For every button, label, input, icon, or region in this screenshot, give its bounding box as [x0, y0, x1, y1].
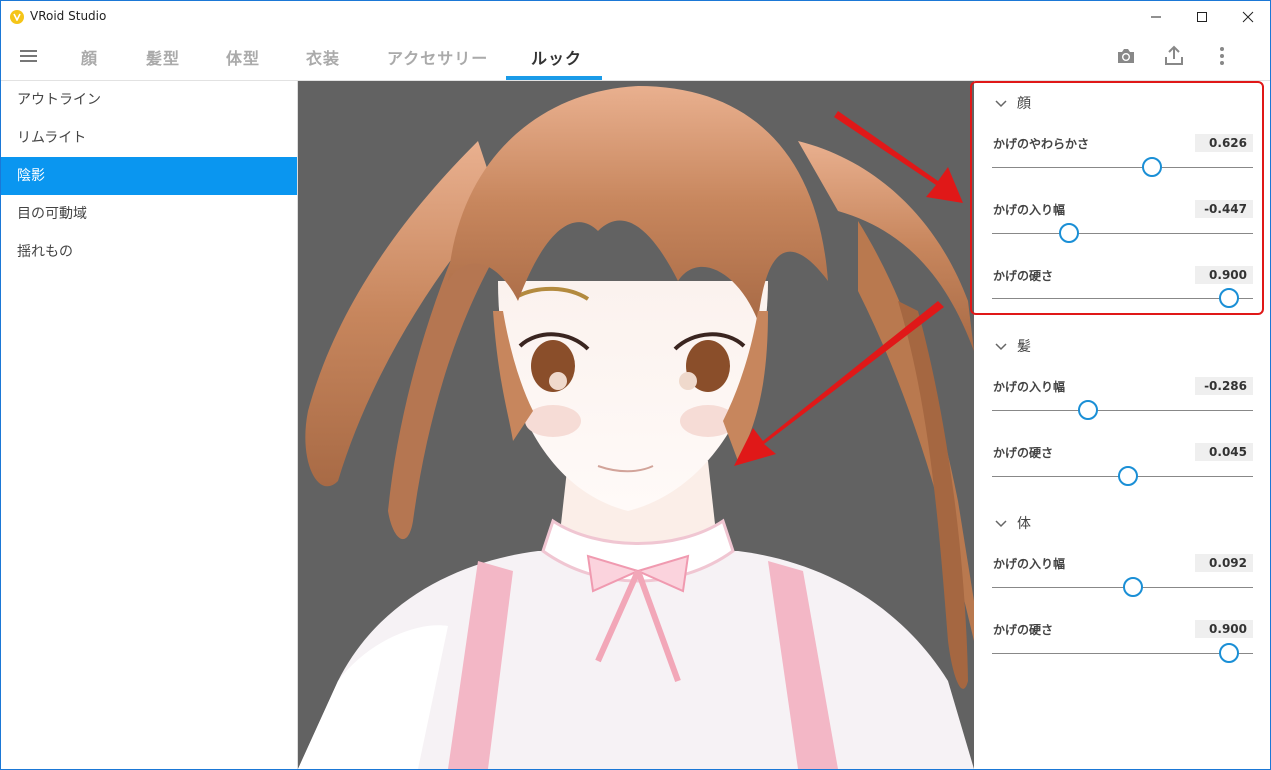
shading-settings-panel: 顔 かげのやわらかさ 0.626 かげの入り幅 -0.447 かげの硬さ 0.9… [975, 81, 1270, 769]
slider-value-field[interactable]: 0.092 [1195, 554, 1253, 572]
slider-label: かげの硬さ [993, 269, 1054, 283]
slider-value-field[interactable]: 0.626 [1195, 134, 1253, 152]
maximize-icon [1197, 12, 1207, 22]
maximize-button[interactable] [1179, 1, 1225, 33]
export-button[interactable] [1162, 44, 1186, 68]
tab-body[interactable]: 体型 [226, 45, 260, 69]
section-header-hair[interactable]: 髪 [995, 336, 1031, 356]
tab-look[interactable]: ルック [531, 45, 582, 69]
chevron-down-icon [995, 96, 1007, 112]
section-title: 髪 [1017, 339, 1031, 355]
section-title: 顔 [1017, 96, 1031, 112]
sidebar-item-swaying[interactable]: 揺れもの [1, 233, 297, 271]
slider-value-field[interactable]: 0.900 [1195, 266, 1253, 284]
slider-label: かげのやわらかさ [993, 137, 1090, 151]
title-bar: VRoid Studio [1, 1, 1270, 33]
section-header-body[interactable]: 体 [995, 513, 1031, 533]
minimize-icon [1151, 16, 1161, 18]
slider-label: かげの入り幅 [993, 380, 1066, 394]
slider-label: かげの入り幅 [993, 557, 1066, 571]
slider-handle[interactable] [1059, 223, 1079, 243]
slider-handle[interactable] [1123, 577, 1143, 597]
slider-handle[interactable] [1142, 157, 1162, 177]
slider-handle[interactable] [1118, 466, 1138, 486]
app-window: VRoid Studio 顔 髪型 体型 衣装 アクセサリー ルック アウトライ… [0, 0, 1271, 770]
slider-handle[interactable] [1219, 643, 1239, 663]
slider-value-field[interactable]: -0.447 [1195, 200, 1253, 218]
slider-track[interactable] [992, 167, 1253, 168]
hamburger-icon [20, 50, 37, 62]
character-model-render [298, 86, 974, 769]
slider-value-field[interactable]: -0.286 [1195, 377, 1253, 395]
section-header-face[interactable]: 顔 [995, 93, 1031, 113]
chevron-down-icon [995, 516, 1007, 532]
slider-track[interactable] [992, 653, 1253, 654]
more-options-button[interactable] [1210, 44, 1234, 68]
section-title: 体 [1017, 516, 1031, 532]
slider-label: かげの硬さ [993, 446, 1054, 460]
model-viewport[interactable] [298, 81, 974, 769]
window-title: VRoid Studio [30, 9, 107, 23]
slider-label: かげの硬さ [993, 623, 1054, 637]
minimize-button[interactable] [1133, 1, 1179, 33]
close-icon [1242, 11, 1254, 23]
sidebar-item-outline[interactable]: アウトライン [1, 81, 297, 119]
close-button[interactable] [1225, 1, 1270, 33]
chevron-down-icon [995, 339, 1007, 355]
slider-handle[interactable] [1078, 400, 1098, 420]
look-category-sidebar: アウトライン リムライト 陰影 目の可動域 揺れもの [1, 81, 298, 769]
camera-icon [1118, 49, 1134, 63]
slider-value-field[interactable]: 0.900 [1195, 620, 1253, 638]
slider-track[interactable] [992, 233, 1253, 234]
tab-outfit[interactable]: 衣装 [306, 45, 340, 69]
active-tab-indicator [506, 76, 602, 80]
slider-track[interactable] [992, 298, 1253, 299]
sidebar-item-shading[interactable]: 陰影 [1, 157, 297, 195]
tab-face[interactable]: 顔 [81, 45, 98, 69]
tab-hairstyle[interactable]: 髪型 [146, 45, 180, 69]
more-vertical-icon [1220, 47, 1224, 65]
app-logo-icon [10, 10, 24, 24]
tab-accessory[interactable]: アクセサリー [387, 45, 488, 69]
tab-bar: 顔 髪型 体型 衣装 アクセサリー ルック [1, 33, 1270, 81]
hamburger-menu-button[interactable] [19, 47, 39, 65]
sidebar-item-eye-range[interactable]: 目の可動域 [1, 195, 297, 233]
slider-handle[interactable] [1219, 288, 1239, 308]
sidebar-item-rimlight[interactable]: リムライト [1, 119, 297, 157]
upload-icon [1165, 45, 1183, 65]
slider-value-field[interactable]: 0.045 [1195, 443, 1253, 461]
camera-button[interactable] [1114, 44, 1138, 68]
slider-track[interactable] [992, 410, 1253, 411]
slider-label: かげの入り幅 [993, 203, 1066, 217]
